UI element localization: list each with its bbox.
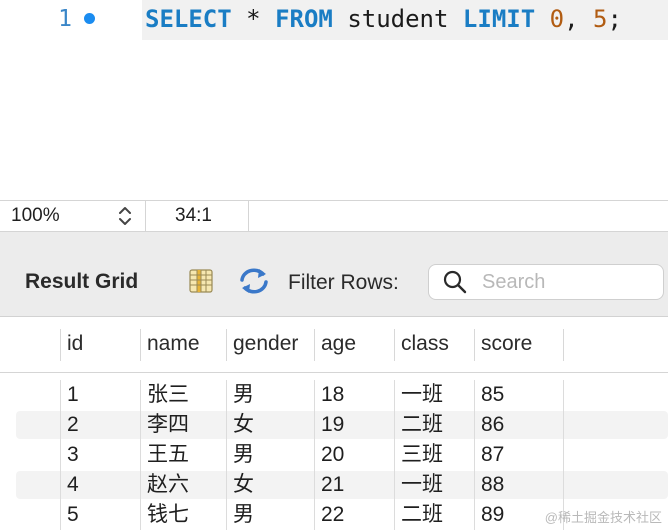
line-number: 1	[58, 6, 72, 32]
cell-class[interactable]: 一班	[394, 470, 443, 500]
search-icon	[442, 269, 468, 295]
sql-editor[interactable]: 1 SELECT * FROM student LIMIT 0, 5;	[0, 0, 668, 200]
column-header-class[interactable]: class	[394, 329, 474, 361]
result-grid: id name gender age class score 1 张三 男 18…	[0, 317, 668, 532]
cell-age[interactable]: 22	[314, 500, 344, 530]
cell-gender[interactable]: 男	[226, 500, 254, 530]
watermark: @稀土掘金技术社区	[544, 510, 662, 525]
filter-rows-label: Filter Rows:	[288, 271, 399, 294]
table-row[interactable]: 3 王五 男 20 三班 87	[0, 440, 668, 470]
cell-id[interactable]: 5	[60, 500, 79, 530]
cell-age[interactable]: 20	[314, 440, 344, 470]
cell-gender[interactable]: 男	[226, 440, 254, 470]
cell-class[interactable]: 二班	[394, 500, 443, 530]
table-name: student	[347, 5, 449, 33]
column-header-age[interactable]: age	[314, 329, 394, 361]
cursor-position: 34:1	[147, 201, 249, 231]
cell-class[interactable]: 三班	[394, 440, 443, 470]
cell-name[interactable]: 钱七	[140, 500, 189, 530]
table-row[interactable]: 1 张三 男 18 一班 85	[0, 380, 668, 410]
cell-name[interactable]: 李四	[140, 410, 189, 440]
result-toolbar: Result Grid Filter Rows:	[0, 232, 668, 317]
cell-name[interactable]: 赵六	[140, 470, 189, 500]
cell-class[interactable]: 一班	[394, 380, 443, 410]
cell-id[interactable]: 3	[60, 440, 79, 470]
table-row[interactable]: 4 赵六 女 21 一班 88	[0, 470, 668, 500]
column-header-gender[interactable]: gender	[226, 329, 314, 361]
cell-age[interactable]: 19	[314, 410, 344, 440]
keyword-from: FROM	[275, 5, 333, 33]
cell-score[interactable]: 88	[474, 470, 504, 500]
cell-score[interactable]: 86	[474, 410, 504, 440]
zoom-select[interactable]: 100%	[0, 201, 146, 231]
stepper-icon[interactable]	[117, 204, 133, 228]
search-input[interactable]	[482, 270, 652, 294]
cell-gender[interactable]: 女	[226, 470, 254, 500]
column-divider	[563, 470, 564, 500]
line-dot-icon	[84, 13, 95, 24]
column-header-score[interactable]: score	[474, 329, 564, 361]
cell-score[interactable]: 87	[474, 440, 504, 470]
limit-offset: 0	[549, 5, 565, 33]
column-divider	[563, 440, 564, 470]
cell-name[interactable]: 王五	[140, 440, 189, 470]
cell-gender[interactable]: 女	[226, 410, 254, 440]
grid-header: id name gender age class score	[0, 317, 668, 373]
status-bar: 100% 34:1	[0, 200, 668, 232]
column-header-id[interactable]: id	[60, 329, 140, 361]
column-header-name[interactable]: name	[140, 329, 226, 361]
cell-gender[interactable]: 男	[226, 380, 254, 410]
column-divider	[563, 380, 564, 410]
keyword-limit: LIMIT	[462, 5, 536, 33]
cell-id[interactable]: 1	[60, 380, 79, 410]
table-row[interactable]: 2 李四 女 19 二班 86	[0, 410, 668, 440]
operator-star: *	[246, 5, 261, 33]
grid-view-icon[interactable]	[188, 268, 214, 294]
cell-score[interactable]: 85	[474, 380, 504, 410]
code-line[interactable]: SELECT * FROM student LIMIT 0, 5;	[142, 0, 668, 40]
semicolon: ;	[607, 5, 622, 33]
keyword-select: SELECT	[145, 5, 232, 33]
cell-id[interactable]: 4	[60, 470, 79, 500]
cell-class[interactable]: 二班	[394, 410, 443, 440]
zoom-value: 100%	[11, 205, 60, 226]
refresh-icon[interactable]	[237, 266, 271, 296]
search-box[interactable]	[428, 264, 664, 300]
cell-name[interactable]: 张三	[140, 380, 189, 410]
cell-id[interactable]: 2	[60, 410, 79, 440]
column-divider	[563, 410, 564, 440]
cell-age[interactable]: 18	[314, 380, 344, 410]
limit-count: 5	[592, 5, 608, 33]
cell-age[interactable]: 21	[314, 470, 344, 500]
cell-score[interactable]: 89	[474, 500, 504, 530]
comma: ,	[564, 5, 579, 33]
column-divider	[563, 329, 565, 361]
result-grid-title: Result Grid	[25, 270, 139, 293]
